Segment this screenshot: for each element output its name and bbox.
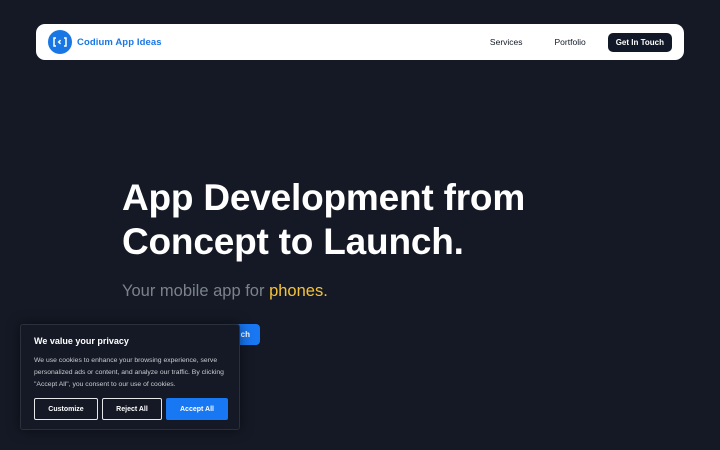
hero-title: App Development from Concept to Launch.	[122, 176, 592, 264]
cookie-text: We use cookies to enhance your browsing …	[34, 357, 224, 388]
nav-link-portfolio[interactable]: Portfolio	[555, 37, 586, 47]
hero-subtitle-highlight: phones.	[269, 282, 328, 300]
hero-subtitle-prefix: Your mobile app for	[122, 282, 270, 300]
page: Codium App Ideas Services Portfolio Get …	[0, 0, 720, 450]
nav-links: Services Portfolio Get In Touch	[490, 32, 672, 52]
cookie-consent-banner: We value your privacy We use cookies to …	[20, 324, 240, 430]
hero-subtitle: Your mobile app for phones.	[122, 282, 328, 301]
hero-title-line-2: Concept to Launch.	[122, 221, 464, 262]
top-navbar: Codium App Ideas Services Portfolio Get …	[36, 24, 684, 60]
hero-title-line-1: App Development from	[122, 177, 526, 218]
cookie-title: We value your privacy	[34, 336, 129, 346]
get-in-touch-button[interactable]: Get In Touch	[607, 32, 672, 52]
nav-link-services[interactable]: Services	[490, 37, 523, 47]
brand-name: Codium App Ideas	[77, 36, 162, 48]
customize-button[interactable]: Customize	[34, 398, 98, 420]
code-brackets-icon	[48, 30, 72, 54]
cookie-actions: Customize Reject All Accept All	[34, 398, 228, 420]
reject-all-button[interactable]: Reject All	[102, 398, 162, 420]
brand-link[interactable]: Codium App Ideas	[48, 30, 162, 54]
accept-all-button[interactable]: Accept All	[166, 398, 228, 420]
